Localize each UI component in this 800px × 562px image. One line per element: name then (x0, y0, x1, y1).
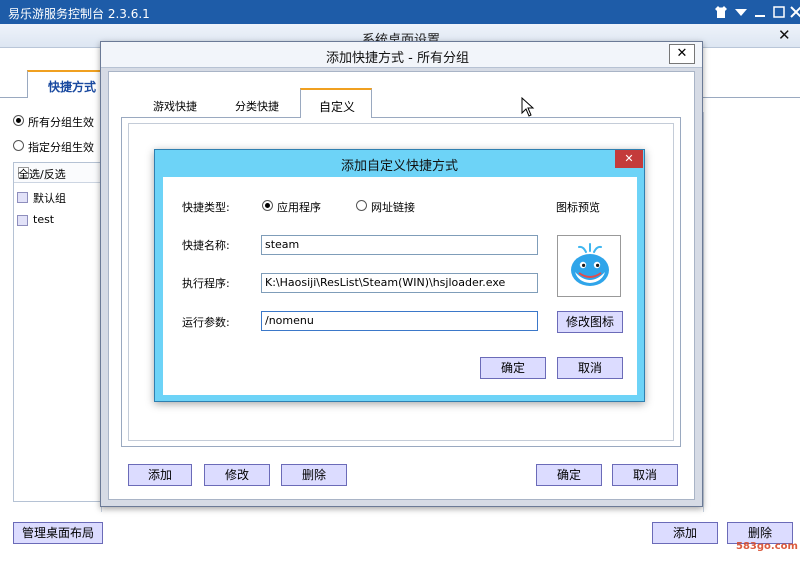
add-shortcut-close-button[interactable]: ✕ (669, 44, 695, 64)
settings-add-button[interactable]: 添加 (652, 522, 718, 544)
tab-game-shortcuts-label: 游戏快捷 (153, 100, 197, 113)
radio-url-link[interactable] (356, 200, 367, 211)
watermark: 583go.com (736, 541, 798, 552)
custom-confirm-button[interactable]: 确定 (480, 357, 546, 379)
group-list-header[interactable]: 全选/反选 (14, 163, 102, 183)
group-list: 全选/反选 默认组 test (13, 162, 103, 502)
custom-shortcut-titlebar: 添加自定义快捷方式 ✕ (155, 150, 644, 176)
tab-shortcuts-label: 快捷方式 (48, 80, 97, 94)
manage-layout-button[interactable]: 管理桌面布局 (13, 522, 103, 544)
cancel-button[interactable]: 取消 (612, 464, 678, 486)
custom-cancel-button[interactable]: 取消 (557, 357, 623, 379)
whale-icon (566, 242, 614, 290)
group-test-checkbox[interactable] (17, 215, 28, 226)
settings-left-panel: 所有分组生效 指定分组生效 全选/反选 默认组 test (0, 98, 103, 512)
close-icon: ✕ (676, 46, 688, 61)
settings-close-button[interactable]: ✕ (778, 26, 791, 44)
shortcut-name-label: 快捷名称: (182, 239, 230, 252)
tab-custom[interactable]: 自定义 (300, 88, 372, 118)
add-shortcut-title: 添加快捷方式 - 所有分组 (326, 51, 469, 66)
group-test-label: test (33, 213, 55, 226)
settings-right-panel (703, 112, 793, 512)
exec-program-label: 执行程序: (182, 277, 230, 290)
shortcut-name-input[interactable]: steam (261, 235, 538, 255)
app-titlebar: 易乐游服务控制台 2.3.6.1 (0, 0, 800, 24)
select-all-label: 全选/反选 (18, 168, 66, 181)
run-args-input[interactable]: /nomenu (261, 311, 538, 331)
icon-preview-label: 图标预览 (556, 201, 600, 214)
close-icon: ✕ (624, 152, 634, 165)
add-shortcut-titlebar: 添加快捷方式 - 所有分组 ✕ (101, 42, 702, 68)
radio-all-groups-label: 所有分组生效 (28, 116, 94, 129)
radio-all-groups[interactable] (13, 115, 24, 126)
tab-category-shortcuts[interactable]: 分类快捷 (211, 93, 289, 117)
tab-custom-label: 自定义 (319, 100, 356, 114)
tab-game-shortcuts[interactable]: 游戏快捷 (129, 93, 207, 117)
confirm-button[interactable]: 确定 (536, 464, 602, 486)
shirt-icon[interactable] (713, 4, 729, 20)
change-icon-button[interactable]: 修改图标 (557, 311, 623, 333)
group-default-checkbox[interactable] (17, 192, 28, 203)
custom-shortcut-title: 添加自定义快捷方式 (341, 159, 459, 174)
app-title: 易乐游服务控制台 2.3.6.1 (8, 7, 150, 21)
custom-shortcut-close-button[interactable]: ✕ (615, 150, 643, 168)
radio-specified-groups[interactable] (13, 140, 24, 151)
radio-application[interactable] (262, 200, 273, 211)
group-default-label: 默认组 (33, 192, 66, 205)
edit-button[interactable]: 修改 (204, 464, 270, 486)
custom-shortcut-dialog: 添加自定义快捷方式 ✕ 快捷类型: 应用程序 网址链接 快捷名称: steam … (154, 149, 645, 402)
maximize-icon[interactable] (771, 4, 787, 20)
radio-url-link-label: 网址链接 (371, 201, 415, 214)
add-button[interactable]: 添加 (128, 464, 192, 486)
custom-shortcut-body: 快捷类型: 应用程序 网址链接 快捷名称: steam 执行程序: K:\Hao… (163, 177, 637, 395)
dropdown-icon[interactable] (733, 4, 749, 20)
mouse-cursor-icon (521, 96, 535, 117)
tab-category-shortcuts-label: 分类快捷 (235, 100, 279, 113)
radio-specified-groups-label: 指定分组生效 (28, 141, 94, 154)
icon-preview-box (557, 235, 621, 297)
exec-program-input[interactable]: K:\Haosiji\ResList\Steam(WIN)\hsjloader.… (261, 273, 538, 293)
delete-button[interactable]: 删除 (281, 464, 347, 486)
run-args-label: 运行参数: (182, 316, 230, 329)
radio-application-label: 应用程序 (277, 201, 321, 214)
close-icon[interactable] (788, 4, 800, 20)
tab-shortcuts[interactable]: 快捷方式 (27, 70, 105, 98)
minimize-icon[interactable] (752, 4, 768, 20)
shortcut-type-label: 快捷类型: (182, 201, 230, 214)
